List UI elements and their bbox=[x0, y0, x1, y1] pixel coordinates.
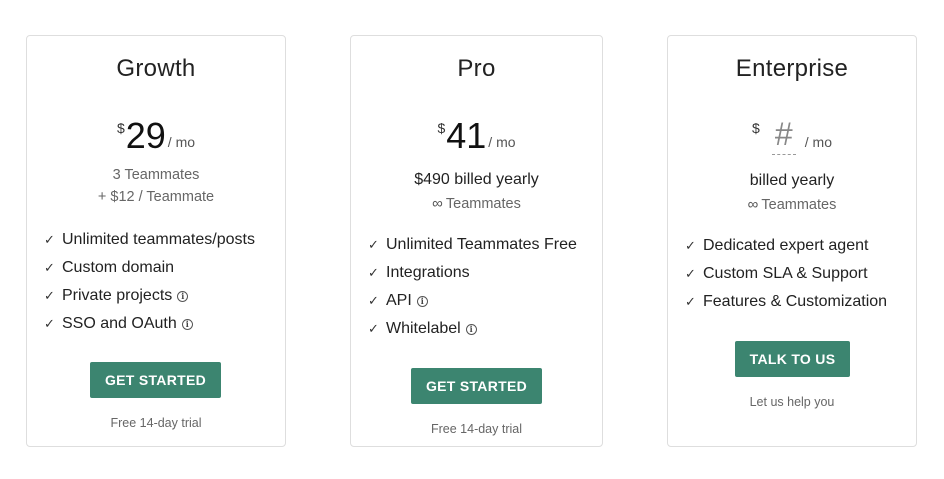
feature-item: ✓ API i bbox=[368, 287, 577, 315]
teammates-label: Teammates bbox=[761, 197, 837, 213]
check-icon: ✓ bbox=[44, 232, 55, 247]
check-icon: ✓ bbox=[44, 316, 55, 331]
check-icon: ✓ bbox=[685, 294, 696, 309]
check-icon: ✓ bbox=[368, 265, 379, 280]
check-icon: ✓ bbox=[44, 260, 55, 275]
check-icon: ✓ bbox=[685, 266, 696, 281]
price-amount: # bbox=[774, 116, 793, 152]
feature-item: ✓ Private projects i bbox=[44, 282, 255, 310]
feature-list: ✓ Unlimited Teammates Free ✓ Integration… bbox=[368, 231, 577, 343]
feature-label: Dedicated expert agent bbox=[703, 237, 869, 254]
feature-item: ✓ Dedicated expert agent bbox=[685, 232, 887, 260]
check-icon: ✓ bbox=[368, 293, 379, 308]
price: $ 41 / mo bbox=[351, 118, 602, 154]
teammates-included: 3 Teammates bbox=[112, 167, 200, 183]
feature-label: Whitelabel bbox=[386, 320, 461, 337]
pricing-card-enterprise: Enterprise $ # / mo billed yearly ∞ Teamm… bbox=[667, 35, 917, 447]
check-icon: ✓ bbox=[368, 321, 379, 336]
plan-name: Growth bbox=[116, 55, 196, 82]
teammates-included: ∞ Teammates bbox=[351, 195, 602, 212]
teammates-label: Teammates bbox=[445, 196, 521, 212]
price: $ # / mo bbox=[668, 118, 916, 155]
feature-list: ✓ Unlimited teammates/posts ✓ Custom dom… bbox=[44, 226, 255, 338]
price-amount: 29 bbox=[125, 115, 166, 156]
feature-item: ✓ Unlimited teammates/posts bbox=[44, 226, 255, 254]
talk-to-us-button[interactable]: TALK TO US bbox=[735, 341, 850, 377]
billed-yearly: $490 billed yearly bbox=[414, 171, 539, 188]
price-period: / mo bbox=[167, 134, 196, 150]
feature-label: Unlimited teammates/posts bbox=[62, 231, 255, 248]
info-icon[interactable]: i bbox=[465, 323, 477, 335]
feature-label: Private projects bbox=[62, 287, 173, 304]
check-icon: ✓ bbox=[44, 288, 55, 303]
feature-item: ✓ Custom domain bbox=[44, 254, 255, 282]
pricing-card-pro: Pro $ 41 / mo $490 billed yearly ∞ Teamma… bbox=[350, 35, 603, 447]
info-icon[interactable]: i bbox=[181, 318, 193, 330]
feature-label: API bbox=[386, 292, 412, 309]
info-icon[interactable]: i bbox=[416, 295, 428, 307]
trial-note: Free 14-day trial bbox=[110, 416, 202, 430]
price-currency: $ bbox=[751, 120, 760, 136]
price-amount: 41 bbox=[446, 115, 487, 156]
check-icon: ✓ bbox=[368, 237, 379, 252]
price-currency: $ bbox=[437, 120, 446, 136]
feature-item: ✓ Features & Customization bbox=[685, 288, 887, 316]
price: $ 29 / mo bbox=[27, 118, 285, 154]
infinity-icon: ∞ bbox=[432, 195, 443, 212]
price-currency: $ bbox=[116, 120, 125, 136]
pricing-card-growth: Growth $ 29 / mo 3 Teammates + $12 / Tea… bbox=[26, 35, 286, 447]
price-period: / mo bbox=[488, 134, 516, 150]
feature-item: ✓ Custom SLA & Support bbox=[685, 260, 887, 288]
feature-item: ✓ Unlimited Teammates Free bbox=[368, 231, 577, 259]
price-period: / mo bbox=[804, 134, 833, 150]
feature-label: Integrations bbox=[386, 264, 470, 281]
feature-item: ✓ Integrations bbox=[368, 259, 577, 287]
feature-item: ✓ Whitelabel i bbox=[368, 315, 577, 343]
custom-price-placeholder: # bbox=[771, 118, 797, 155]
feature-label: Features & Customization bbox=[703, 293, 888, 310]
get-started-button[interactable]: GET STARTED bbox=[90, 362, 221, 398]
plan-name: Pro bbox=[457, 55, 496, 82]
dashed-underline bbox=[771, 154, 796, 155]
feature-item: ✓ SSO and OAuth i bbox=[44, 310, 255, 338]
teammate-addon-price: + $12 / Teammate bbox=[97, 189, 215, 205]
teammates-included: ∞ Teammates bbox=[668, 196, 916, 213]
plan-name: Enterprise bbox=[735, 55, 849, 82]
feature-label: SSO and OAuth bbox=[62, 315, 177, 332]
info-icon[interactable]: i bbox=[177, 290, 189, 302]
feature-label: Custom SLA & Support bbox=[703, 265, 868, 282]
help-note: Let us help you bbox=[749, 395, 835, 409]
infinity-icon: ∞ bbox=[747, 196, 759, 213]
check-icon: ✓ bbox=[685, 238, 696, 253]
get-started-button[interactable]: GET STARTED bbox=[411, 368, 542, 404]
feature-label: Custom domain bbox=[62, 259, 175, 276]
feature-label: Unlimited Teammates Free bbox=[386, 236, 577, 253]
billed-yearly: billed yearly bbox=[749, 172, 835, 189]
trial-note: Free 14-day trial bbox=[430, 422, 522, 436]
feature-list: ✓ Dedicated expert agent ✓ Custom SLA & … bbox=[685, 232, 887, 316]
